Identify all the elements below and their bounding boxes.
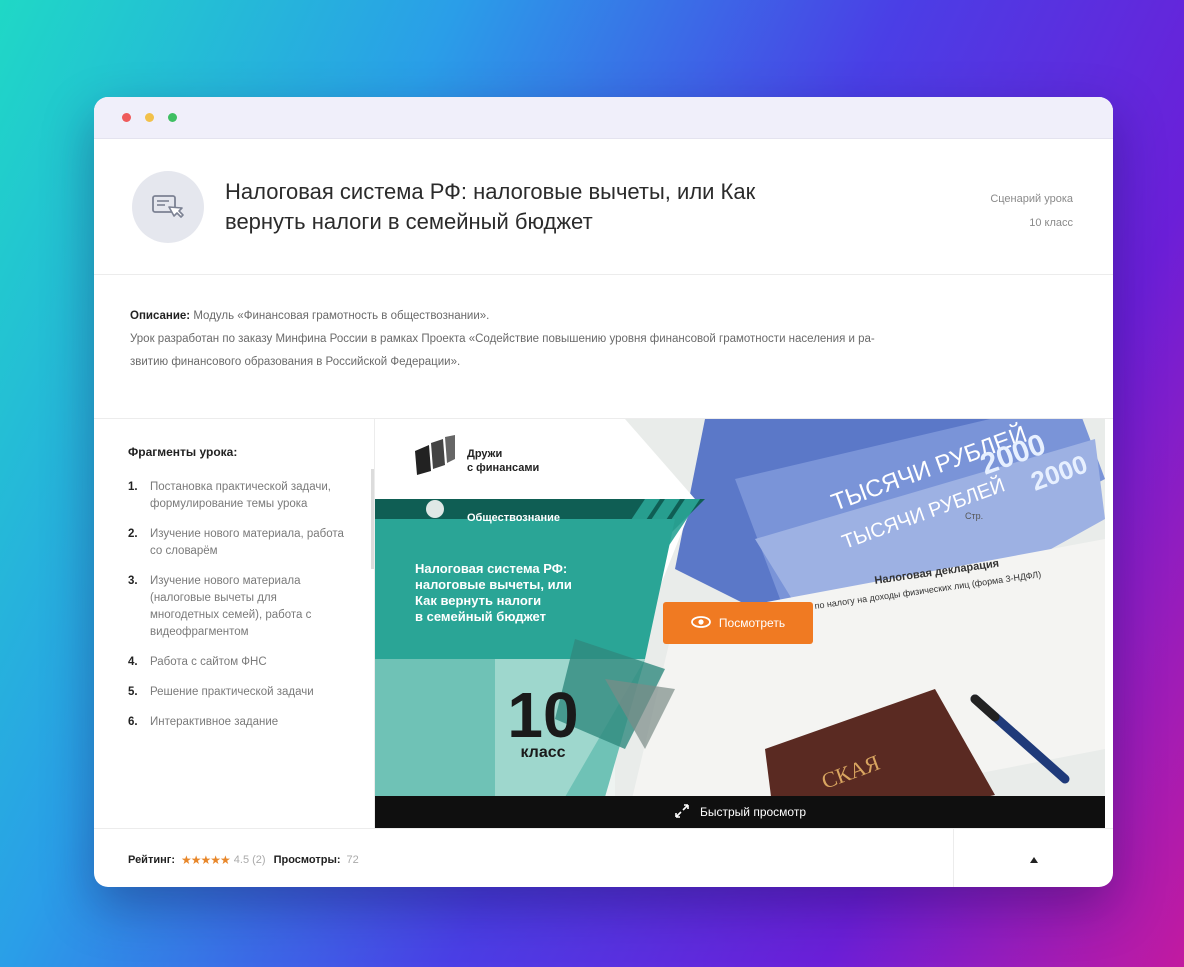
preview-title-line-1: Налоговая система РФ: — [415, 561, 567, 576]
fragment-item[interactable]: 5. Решение практической задачи — [128, 684, 344, 701]
fragment-item[interactable]: 6. Интерактивное задание — [128, 714, 344, 731]
lesson-grade: 10 класс — [1029, 217, 1073, 229]
description-line-2: Урок разработан по заказу Минфина России… — [130, 333, 875, 345]
lesson-window: Налоговая система РФ: налоговые вычеты, … — [94, 97, 1113, 887]
eye-icon — [691, 615, 711, 631]
lesson-type: Сценарий урока — [990, 193, 1073, 205]
rating-value: 4.5 (2) — [233, 853, 266, 866]
watch-button-label: Посмотреть — [718, 616, 786, 630]
preview-title-line-4: в семейный бюджет — [415, 609, 546, 624]
lesson-preview[interactable]: ТЫСЯЧИ РУБЛЕЙ 2000 ТЫСЯЧИ РУБЛЕЙ 2000 На… — [375, 419, 1105, 828]
window-maximize-dot[interactable] — [168, 113, 177, 122]
preview-title-line-2: налоговые вычеты, или — [415, 577, 572, 592]
lesson-body: Фрагменты урока: 1. Постановка практическ… — [94, 419, 1113, 828]
scroll-up-button[interactable] — [953, 829, 1113, 887]
fragments-list: 1. Постановка практической задачи, формул… — [128, 479, 344, 731]
fragment-number: 4. — [128, 656, 138, 668]
fragment-number: 5. — [128, 686, 138, 698]
fragment-text: Интерактивное задание — [150, 716, 279, 728]
fragment-text: Постановка практической задачи, формулир… — [150, 481, 331, 510]
quick-view-label: Быстрый просмотр — [699, 805, 806, 819]
fragment-item[interactable]: 1. Постановка практической задачи, формул… — [128, 479, 344, 513]
description-label: Описание: — [130, 310, 191, 322]
watch-button[interactable]: Посмотреть — [663, 602, 813, 644]
lesson-footer: Рейтинг: ★★★★★ 4.5 (2) Просмотры: 72 — [94, 828, 1113, 887]
brand-line-1: Дружи — [467, 448, 502, 460]
quick-view-bar[interactable]: Быстрый просмотр — [375, 796, 1105, 828]
description-line-1: Модуль «Финансовая грамотность в обществ… — [193, 310, 490, 322]
preview-grade-word: класс — [520, 744, 565, 761]
window-close-dot[interactable] — [122, 113, 131, 122]
views-label: Просмотры: — [273, 853, 341, 866]
fragment-number: 6. — [128, 716, 138, 728]
fragment-item[interactable]: 4. Работа с сайтом ФНС — [128, 654, 344, 671]
lesson-card-icon — [132, 170, 204, 243]
fragment-text: Работа с сайтом ФНС — [150, 656, 267, 668]
rating-label: Рейтинг: — [128, 853, 175, 866]
fragment-number: 1. — [128, 481, 138, 493]
window-titlebar — [94, 97, 1113, 139]
lesson-meta: Сценарий урока 10 класс — [990, 187, 1073, 235]
fragment-text: Изучение нового материала (налоговые выч… — [150, 575, 312, 638]
page-title: Налоговая система РФ: налоговые вычеты, … — [225, 178, 756, 234]
fragments-title: Фрагменты урока: — [128, 445, 238, 459]
window-minimize-dot[interactable] — [145, 113, 154, 122]
fragment-item[interactable]: 3. Изучение нового материала (налоговые в… — [128, 573, 344, 641]
subject-bulb-icon — [426, 500, 444, 518]
fragment-item[interactable]: 2. Изучение нового материала, работа со с… — [128, 526, 344, 560]
fragment-number: 3. — [128, 575, 138, 587]
arrow-up-icon — [1029, 854, 1038, 866]
preview-title-line-3: Как вернуть налоги — [415, 593, 541, 608]
rating-stars-icon[interactable]: ★★★★★ — [181, 853, 231, 867]
subject-label: Обществознание — [467, 512, 560, 524]
lesson-description: Описание: Модуль «Финансовая грамотность… — [94, 275, 1113, 419]
preview-grade-number: 10 — [507, 679, 578, 751]
fragment-text: Решение практической задачи — [150, 686, 314, 698]
views-value: 72 — [346, 853, 359, 866]
lesson-header: Налоговая система РФ: налоговые вычеты, … — [94, 139, 1113, 275]
expand-icon — [674, 803, 690, 822]
fragment-number: 2. — [128, 528, 138, 540]
fragments-sidebar: Фрагменты урока: 1. Постановка практическ… — [94, 419, 375, 828]
description-line-3: звитию финансового образования в Российс… — [130, 356, 461, 368]
fragment-text: Изучение нового материала, работа со сло… — [150, 528, 344, 557]
sidebar-scrollbar[interactable] — [371, 469, 374, 569]
form-page-label: Стр. — [965, 511, 983, 521]
brand-line-2: с финансами — [467, 462, 539, 474]
